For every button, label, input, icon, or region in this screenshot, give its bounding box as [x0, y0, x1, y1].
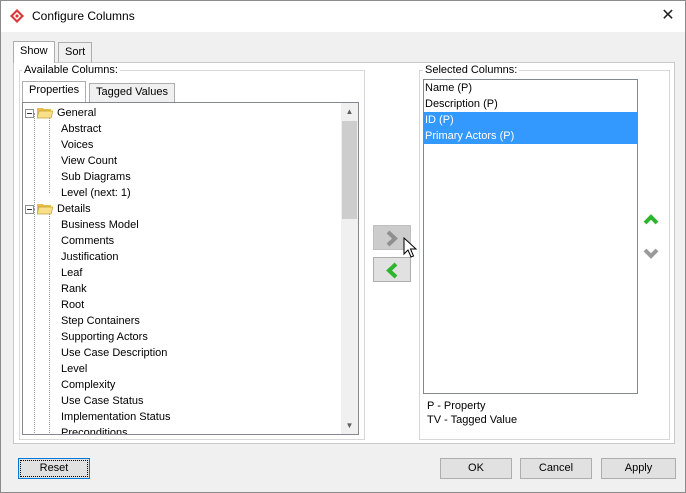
tree-item[interactable]: Preconditions — [61, 425, 128, 435]
tree-item-label: Justification — [61, 251, 119, 263]
tree-item-label: Supporting Actors — [61, 331, 148, 343]
tree-item[interactable]: Step Containers — [61, 313, 140, 329]
tree-item-label: Use Case Description — [61, 347, 168, 359]
chevron-left-icon — [386, 262, 398, 279]
scroll-down-icon[interactable]: ▼ — [341, 417, 358, 434]
tab-tagged-values[interactable]: Tagged Values — [89, 83, 175, 102]
tree-item[interactable]: Business Model — [61, 217, 139, 233]
vp-diamond-icon — [10, 9, 24, 23]
tree-item-label: Level (next: 1) — [61, 187, 131, 199]
tab-sort-label: Sort — [65, 46, 86, 58]
apply-button-label: Apply — [624, 462, 653, 474]
collapse-icon[interactable] — [25, 108, 34, 118]
tree-item[interactable]: Voices — [61, 137, 93, 153]
apply-button[interactable]: Apply — [601, 458, 676, 479]
tree-item-label: Leaf — [61, 267, 83, 279]
reset-button[interactable]: Reset — [18, 458, 90, 479]
tree-item-label: Voices — [61, 139, 94, 151]
tree-item[interactable]: Level — [61, 361, 87, 377]
window-title: Configure Columns — [32, 9, 135, 23]
tree-item[interactable]: Leaf — [61, 265, 82, 281]
tab-properties[interactable]: Properties — [22, 81, 87, 102]
legend-property: P - Property — [427, 400, 486, 412]
available-columns-tree[interactable]: General Abstract Voices View Count Sub D… — [22, 102, 359, 435]
tree-item[interactable]: Comments — [61, 233, 114, 249]
tree-item[interactable]: Level (next: 1) — [61, 185, 131, 201]
cancel-button-label: Cancel — [538, 462, 574, 474]
reset-button-label: Reset — [20, 460, 88, 477]
tree-item[interactable]: Root — [61, 297, 84, 313]
tree-item-label: Implementation Status — [61, 411, 171, 423]
folder-open-icon — [37, 204, 53, 215]
selected-column-item[interactable]: ID (P) — [424, 112, 637, 128]
configure-columns-dialog: Configure Columns ✕ Show Sort Available … — [0, 0, 686, 493]
tree-item-label: Sub Diagrams — [61, 171, 131, 183]
title-bar: Configure Columns ✕ — [1, 1, 685, 32]
tree-item-label: Abstract — [61, 123, 102, 135]
tree-item[interactable]: Use Case Status — [61, 393, 144, 409]
tab-properties-label: Properties — [29, 84, 80, 96]
tab-sort[interactable]: Sort — [58, 42, 93, 62]
tree-item-label: Root — [61, 299, 85, 311]
selected-column-label: Primary Actors (P) — [425, 130, 515, 142]
move-down-icon[interactable] — [643, 247, 659, 259]
tree-item[interactable]: Implementation Status — [61, 409, 170, 425]
tree-scrollbar[interactable]: ▲ ▼ — [341, 103, 358, 434]
tree-item[interactable]: Rank — [61, 281, 87, 297]
tree-item-label: Business Model — [61, 219, 139, 231]
selected-columns-list[interactable]: Name (P) Description (P) ID (P) Primary … — [423, 79, 638, 394]
legend-tagged-value: TV - Tagged Value — [427, 414, 518, 426]
selected-column-item[interactable]: Description (P) — [424, 96, 637, 112]
tree-item-label: Complexity — [61, 379, 116, 391]
tree-group-general-label: General — [57, 107, 97, 119]
tree-item-label: View Count — [61, 155, 118, 167]
tree-group-general[interactable]: General — [25, 105, 96, 121]
tree-group-details[interactable]: Details — [25, 201, 91, 217]
ok-button[interactable]: OK — [440, 458, 512, 479]
scroll-up-icon[interactable]: ▲ — [341, 103, 358, 120]
folder-open-icon — [37, 108, 53, 119]
close-button[interactable]: ✕ — [651, 1, 685, 32]
selected-columns-label: Selected Columns: — [423, 64, 520, 76]
mouse-cursor-icon — [403, 237, 417, 258]
tree-item-label: Preconditions — [61, 427, 128, 435]
selected-column-label: ID (P) — [425, 114, 454, 126]
tree-item-label: Step Containers — [61, 315, 140, 327]
scroll-thumb[interactable] — [342, 121, 357, 219]
tree-item-label: Level — [61, 363, 88, 375]
tree-item-label: Rank — [61, 283, 87, 295]
cancel-button[interactable]: Cancel — [520, 458, 592, 479]
selected-column-item[interactable]: Primary Actors (P) — [424, 128, 637, 144]
remove-column-button[interactable] — [373, 257, 411, 282]
tree-item[interactable]: Supporting Actors — [61, 329, 148, 345]
tab-show-label: Show — [20, 45, 48, 57]
ok-button-label: OK — [468, 462, 484, 474]
close-icon: ✕ — [661, 7, 675, 24]
selected-column-label: Name (P) — [425, 82, 473, 94]
selected-column-item[interactable]: Name (P) — [424, 80, 637, 96]
tree-item[interactable]: View Count — [61, 153, 117, 169]
move-up-icon[interactable] — [643, 213, 659, 225]
collapse-icon[interactable] — [25, 204, 34, 214]
tree-item[interactable]: Justification — [61, 249, 118, 265]
tab-tagged-values-label: Tagged Values — [96, 86, 168, 98]
tree-item-label: Use Case Status — [61, 395, 144, 407]
tree-item[interactable]: Complexity — [61, 377, 115, 393]
tree-item-label: Comments — [61, 235, 115, 247]
tree-group-details-label: Details — [57, 203, 91, 215]
tab-show[interactable]: Show — [13, 41, 55, 63]
tree-item[interactable]: Abstract — [61, 121, 101, 137]
tree-item[interactable]: Use Case Description — [61, 345, 167, 361]
available-columns-label: Available Columns: — [22, 64, 120, 76]
selected-column-label: Description (P) — [425, 98, 498, 110]
tree-item[interactable]: Sub Diagrams — [61, 169, 131, 185]
